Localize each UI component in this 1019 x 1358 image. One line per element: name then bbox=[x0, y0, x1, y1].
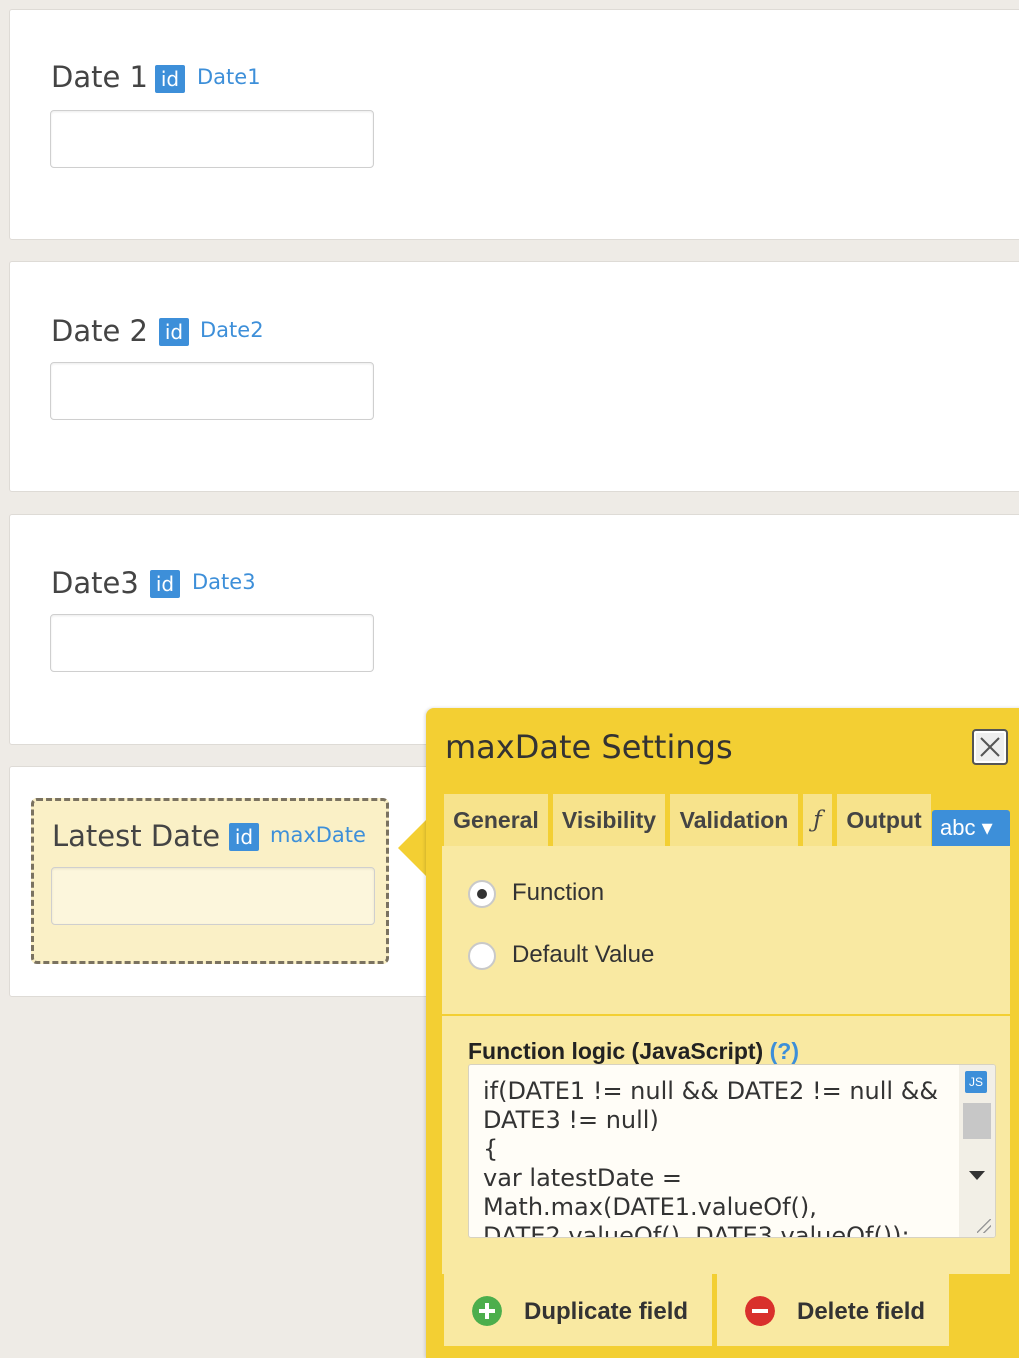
id-badge-icon: id bbox=[150, 570, 180, 598]
field-id: maxDate bbox=[270, 823, 366, 847]
id-badge-icon: id bbox=[229, 823, 259, 851]
date3-input[interactable] bbox=[50, 614, 374, 672]
delete-field-button[interactable]: Delete field bbox=[717, 1274, 949, 1346]
field-label: Date3 bbox=[51, 566, 139, 600]
settings-panel: maxDate Settings General Visibility Vali… bbox=[426, 708, 1019, 1358]
output-options: Function Default Value bbox=[442, 846, 1010, 1014]
js-icon[interactable]: JS bbox=[965, 1071, 987, 1093]
code-scrollbar[interactable]: JS bbox=[959, 1065, 995, 1237]
field-label: Date 2 bbox=[51, 314, 148, 348]
field-id: Date2 bbox=[200, 318, 264, 342]
code-text[interactable]: if(DATE1 != null && DATE2 != null && DAT… bbox=[483, 1077, 963, 1237]
field-label: Date 1 bbox=[51, 60, 148, 94]
tab-general[interactable]: General bbox=[444, 794, 548, 846]
function-logic-title: Function logic (JavaScript) bbox=[468, 1038, 764, 1064]
field-id: Date3 bbox=[192, 570, 256, 594]
tab-visibility[interactable]: Visibility bbox=[553, 794, 665, 846]
radio-function[interactable] bbox=[468, 880, 496, 908]
id-badge-icon: id bbox=[159, 318, 189, 346]
radio-label-default-value: Default Value bbox=[512, 941, 655, 968]
tab-function[interactable]: ƒ bbox=[803, 794, 832, 846]
scroll-down-arrow-icon[interactable] bbox=[969, 1171, 985, 1180]
field-card-date2[interactable]: Date 2 id Date2 bbox=[9, 261, 1019, 492]
field-card-date1[interactable]: Date 1 id Date1 bbox=[9, 9, 1019, 240]
selected-field-outline[interactable]: Latest Date id maxDate bbox=[31, 798, 389, 964]
help-link[interactable]: (?) bbox=[770, 1038, 799, 1064]
date2-input[interactable] bbox=[50, 362, 374, 420]
panel-pointer bbox=[398, 818, 428, 878]
radio-label-function: Function bbox=[512, 879, 605, 906]
close-button[interactable] bbox=[972, 729, 1008, 765]
scroll-thumb[interactable] bbox=[963, 1103, 991, 1139]
panel-title: maxDate Settings bbox=[445, 728, 733, 766]
field-label: Latest Date bbox=[52, 819, 221, 853]
delete-field-label: Delete field bbox=[797, 1298, 926, 1325]
duplicate-field-label: Duplicate field bbox=[524, 1298, 689, 1325]
radio-selected-dot bbox=[477, 889, 487, 899]
radio-default-value[interactable] bbox=[468, 942, 496, 970]
function-logic-section: Function logic (JavaScript) (?) if(DATE1… bbox=[442, 1014, 1010, 1274]
close-icon bbox=[980, 737, 1000, 757]
duplicate-field-button[interactable]: Duplicate field bbox=[444, 1274, 712, 1346]
tab-validation[interactable]: Validation bbox=[670, 794, 798, 846]
date1-input[interactable] bbox=[50, 110, 374, 168]
function-logic-label: Function logic (JavaScript) (?) bbox=[468, 1038, 799, 1065]
tab-output[interactable]: Output bbox=[837, 794, 931, 846]
type-dropdown[interactable]: abc ▾ bbox=[932, 810, 1010, 846]
field-id: Date1 bbox=[197, 65, 261, 89]
plus-circle-icon bbox=[472, 1296, 502, 1326]
code-editor[interactable]: if(DATE1 != null && DATE2 != null && DAT… bbox=[468, 1064, 996, 1238]
resize-grip-icon[interactable] bbox=[977, 1219, 991, 1233]
minus-circle-icon bbox=[745, 1296, 775, 1326]
latest-date-input[interactable] bbox=[51, 867, 375, 925]
id-badge-icon: id bbox=[155, 65, 185, 93]
